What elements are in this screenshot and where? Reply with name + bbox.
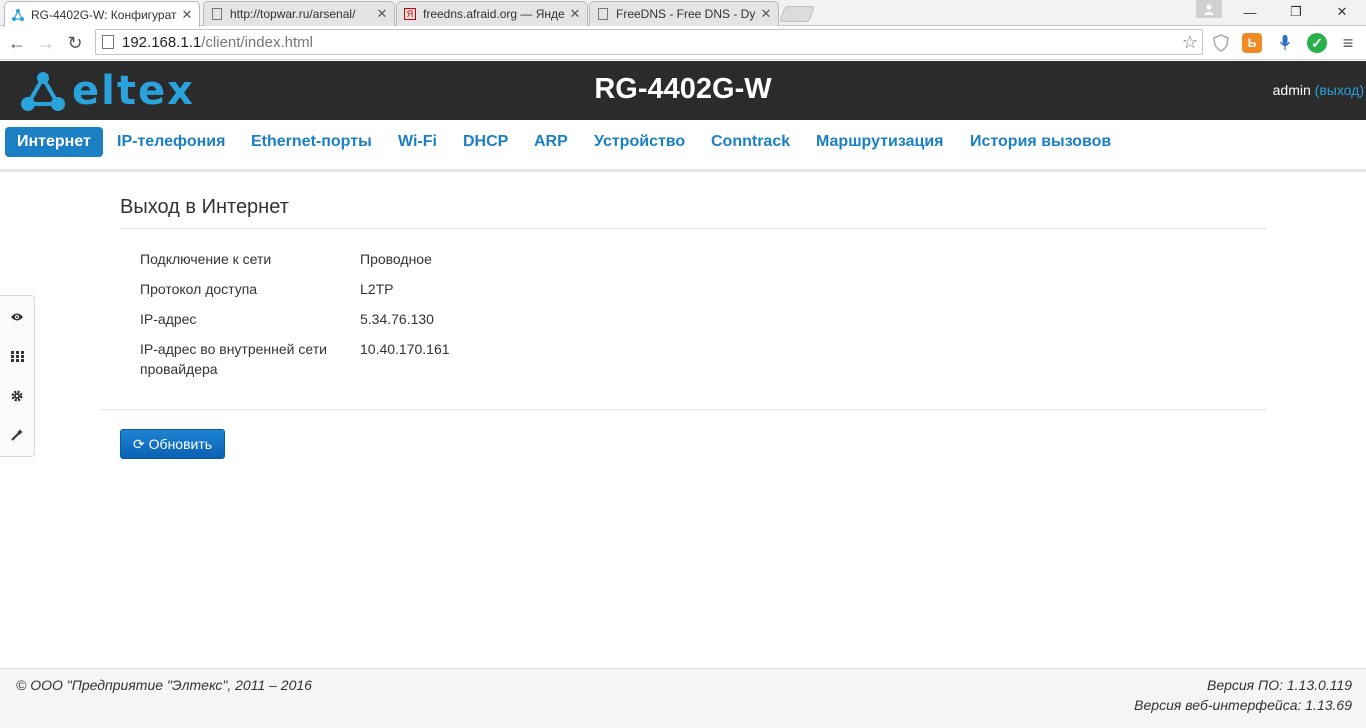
nav-ethernet-ports[interactable]: Ethernet-порты	[239, 127, 384, 157]
close-window-icon[interactable]: ✕	[1320, 0, 1364, 24]
browser-toolbar: ← → ↻ 192.168.1.1/client/index.html ☆ Ь …	[0, 26, 1366, 60]
restore-icon[interactable]: ❐	[1274, 0, 1318, 24]
refresh-label: Обновить	[148, 436, 213, 452]
grid-icon[interactable]	[5, 344, 29, 368]
browser-tab-title: RG-4402G-W: Конфигурат	[31, 7, 177, 22]
reload-icon[interactable]: ↻	[63, 31, 87, 55]
nav-wifi[interactable]: Wi-Fi	[386, 127, 449, 157]
gear-icon[interactable]	[5, 384, 29, 408]
browser-tabstrip: RG-4402G-W: Конфигурат ✕ http://topwar.r…	[0, 0, 1366, 27]
page-icon	[210, 7, 224, 21]
side-toolbar	[0, 295, 35, 457]
device-title: RG-4402G-W	[594, 73, 772, 105]
divider	[100, 409, 1267, 410]
web-version: Версия веб-интерфейса: 1.13.69	[1134, 697, 1352, 713]
info-label: Подключение к сети	[140, 251, 272, 267]
username: admin	[1272, 82, 1311, 98]
nav-ip-telephony[interactable]: IP-телефония	[105, 127, 237, 157]
browser-tab-title: http://topwar.ru/arsenal/	[230, 7, 356, 21]
nav-arp[interactable]: ARP	[522, 127, 580, 157]
info-label: IP-адрес	[140, 311, 197, 327]
yandex-icon: Я	[403, 7, 417, 21]
info-value: Проводное	[360, 251, 432, 267]
main-nav: Интернет IP-телефония Ethernet-порты Wi-…	[0, 120, 1366, 172]
divider	[120, 228, 1267, 229]
close-tab-icon[interactable]: ✕	[376, 6, 388, 22]
eltex-icon	[11, 8, 25, 22]
nav-call-history[interactable]: История вызовов	[958, 127, 1123, 157]
refresh-button[interactable]: ⟳ Обновить	[120, 429, 225, 459]
profile-icon[interactable]	[1196, 0, 1222, 18]
nav-conntrack[interactable]: Conntrack	[699, 127, 802, 157]
info-value: 5.34.76.130	[360, 311, 434, 327]
address-bar[interactable]: 192.168.1.1/client/index.html ☆	[95, 29, 1203, 55]
browser-tab-4[interactable]: FreeDNS - Free DNS - Dyn ✕	[589, 1, 779, 26]
url-host: 192.168.1.1	[122, 33, 202, 51]
user-box: admin (выход)	[1273, 82, 1364, 98]
page-icon	[102, 35, 114, 49]
logout-link[interactable]: (выход)	[1315, 82, 1364, 98]
microphone-icon[interactable]	[1275, 33, 1295, 53]
page-icon	[596, 7, 610, 21]
browser-tab-3[interactable]: Я freedns.afraid.org — Янде ✕	[396, 1, 588, 26]
browser-tab-2[interactable]: http://topwar.ru/arsenal/ ✕	[203, 1, 395, 26]
close-tab-icon[interactable]: ✕	[760, 6, 772, 22]
shield-icon[interactable]	[1211, 33, 1231, 53]
back-icon[interactable]: ←	[5, 31, 29, 55]
extension-icon[interactable]: Ь	[1242, 33, 1262, 53]
nav-routing[interactable]: Маршрутизация	[804, 127, 956, 157]
nav-dhcp[interactable]: DHCP	[451, 127, 520, 157]
info-value: L2TP	[360, 281, 394, 297]
eye-icon[interactable]	[5, 305, 29, 329]
browser-tab-title: FreeDNS - Free DNS - Dyn	[616, 7, 756, 21]
refresh-icon: ⟳	[132, 435, 145, 452]
copyright: © ООО "Предприятие "Элтекс", 2011 – 2016	[16, 677, 312, 693]
check-icon[interactable]: ✓	[1307, 33, 1327, 53]
wand-icon[interactable]	[5, 423, 29, 447]
nav-device[interactable]: Устройство	[582, 127, 697, 157]
new-tab-button[interactable]	[779, 6, 815, 22]
bookmark-star-icon[interactable]: ☆	[1182, 32, 1198, 53]
footer: © ООО "Предприятие "Элтекс", 2011 – 2016…	[0, 668, 1366, 728]
section-title: Выход в Интернет	[120, 196, 289, 218]
nav-internet[interactable]: Интернет	[5, 127, 103, 157]
browser-tab-title: freedns.afraid.org — Янде	[423, 7, 565, 21]
minimize-icon[interactable]: —	[1228, 0, 1272, 24]
info-label: Протокол доступа	[140, 281, 258, 297]
app-header: eltex RG-4402G-W admin (выход)	[0, 61, 1366, 120]
menu-icon[interactable]: ≡	[1338, 33, 1358, 53]
firmware-version: Версия ПО: 1.13.0.119	[1206, 677, 1352, 693]
info-value: 10.40.170.161	[360, 341, 450, 357]
forward-icon[interactable]: →	[34, 31, 58, 55]
info-label: IP-адрес во внутренней сети провайдера	[140, 341, 327, 377]
close-tab-icon[interactable]: ✕	[569, 6, 581, 22]
url-path: /client/index.html	[201, 33, 313, 51]
close-tab-icon[interactable]: ✕	[181, 7, 193, 23]
browser-tab-1[interactable]: RG-4402G-W: Конфигурат ✕	[4, 1, 200, 27]
